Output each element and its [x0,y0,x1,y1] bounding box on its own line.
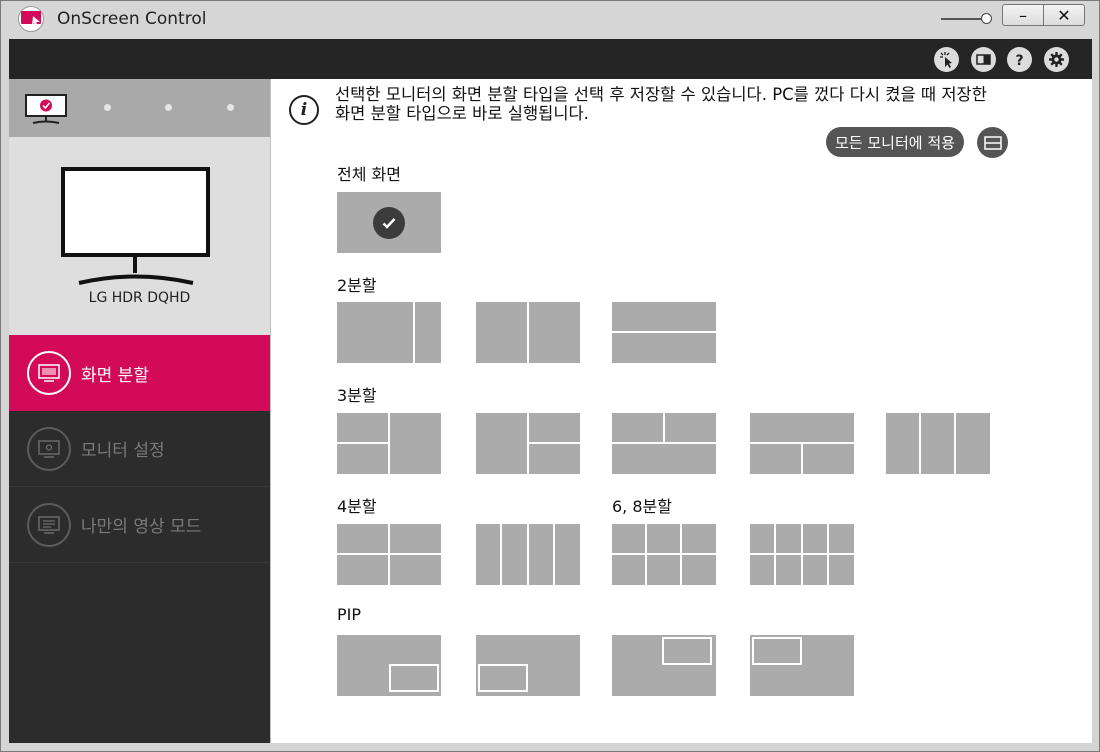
section-label-full: 전체 화면 [337,165,401,184]
help-button[interactable]: ? [1007,47,1032,72]
layout-full-screen[interactable] [337,192,441,253]
menu-label: 나만의 영상 모드 [81,517,202,537]
layout-2split-horizontal[interactable] [612,302,716,363]
menu-label: 화면 분할 [81,365,149,386]
pip-window [662,637,712,665]
layout-4split-columns[interactable] [476,524,580,585]
apply-all-monitors-button[interactable]: 모든 모니터에 적용 [826,127,964,157]
settings-icon [1049,52,1064,67]
close-icon: ✕ [1057,5,1071,25]
monitor-slot-dot[interactable] [227,104,234,111]
layout-4split-grid[interactable] [337,524,441,585]
layout-pip-bottom-right[interactable] [337,635,441,696]
close-button[interactable]: ✕ [1043,4,1085,26]
section-label-split2: 2분할 [337,276,377,295]
layout-2split-wide-left[interactable] [337,302,441,363]
monitor-slot-dot[interactable] [165,104,172,111]
help-icon: ? [1015,53,1023,68]
info-line-1: 선택한 모니터의 화면 분할 타입을 선택 후 저장할 수 있습니다. PC를 … [335,85,987,104]
menu-label: 모니터 설정 [81,441,165,461]
main-content: i 선택한 모니터의 화면 분할 타입을 선택 후 저장할 수 있습니다. PC… [270,79,1092,743]
svg-text:?: ? [1015,53,1023,68]
menu-item-picture-mode[interactable]: 나만의 영상 모드 [9,487,270,563]
layout-pip-bottom-left[interactable] [476,635,580,696]
monitor-preview: LG HDR DQHD [9,137,270,335]
layout-2split-vertical[interactable] [476,302,580,363]
info-line-2: 화면 분할 타입으로 바로 실행됩니다. [335,104,589,123]
slider-knob[interactable] [981,13,992,24]
pip-window [389,664,439,692]
menu-item-monitor-settings[interactable]: 모니터 설정 [9,411,270,487]
info-icon: i [289,95,319,125]
selected-check-icon [373,207,405,239]
screen-icon [976,54,991,65]
section-label-split4: 4분할 [337,497,377,516]
window-title: OnScreen Control [57,9,207,29]
window-opacity-slider[interactable] [941,13,992,25]
picture-mode-icon [27,502,71,547]
minimize-button[interactable]: – [1002,4,1044,26]
pip-window [478,664,528,692]
layout-3split-columns[interactable] [886,413,990,474]
layout-6split-grid[interactable] [612,524,716,585]
screen-split-icon [27,351,71,395]
sidebar: LG HDR DQHD 화면 분할 모니터 설정 나만의 영상 모드 [9,79,270,743]
section-label-split68: 6, 8분할 [612,497,672,516]
layout-3split-top-pair[interactable] [612,413,716,474]
settings-button[interactable] [1044,47,1069,72]
cursor-icon [940,52,952,68]
monitor-illustration-icon [61,167,210,285]
menu-item-screen-split[interactable]: 화면 분할 [9,335,270,411]
layout-view-icon [983,135,1002,150]
selected-monitor-icon[interactable] [23,93,69,125]
title-bar: OnScreen Control – ✕ [1,1,1099,39]
layout-pip-top-left[interactable] [750,635,854,696]
section-label-pip: PIP [337,605,362,624]
section-label-split3: 3분할 [337,386,377,405]
monitor-selector [9,79,270,137]
layout-view-button[interactable] [977,127,1008,158]
monitor-slot-dot[interactable] [104,104,111,111]
app-logo-icon [18,6,44,32]
minimize-icon: – [1019,5,1027,25]
layout-3split-right-stack[interactable] [476,413,580,474]
layout-8split-grid[interactable] [750,524,854,585]
monitor-settings-icon [27,426,71,471]
top-toolbar: ? [9,39,1092,79]
layout-3split-left-stack[interactable] [337,413,441,474]
layout-3split-bottom-pair[interactable] [750,413,854,474]
app-window: OnScreen Control – ✕ ? LG HDR DQHD 화면 분할… [0,0,1100,752]
pip-window [752,637,802,665]
info-text: 선택한 모니터의 화면 분할 타입을 선택 후 저장할 수 있습니다. PC를 … [335,85,1080,123]
cursor-button[interactable] [934,47,959,72]
layout-pip-top-right[interactable] [612,635,716,696]
monitor-name: LG HDR DQHD [88,290,191,306]
screen-mode-button[interactable] [971,47,996,72]
